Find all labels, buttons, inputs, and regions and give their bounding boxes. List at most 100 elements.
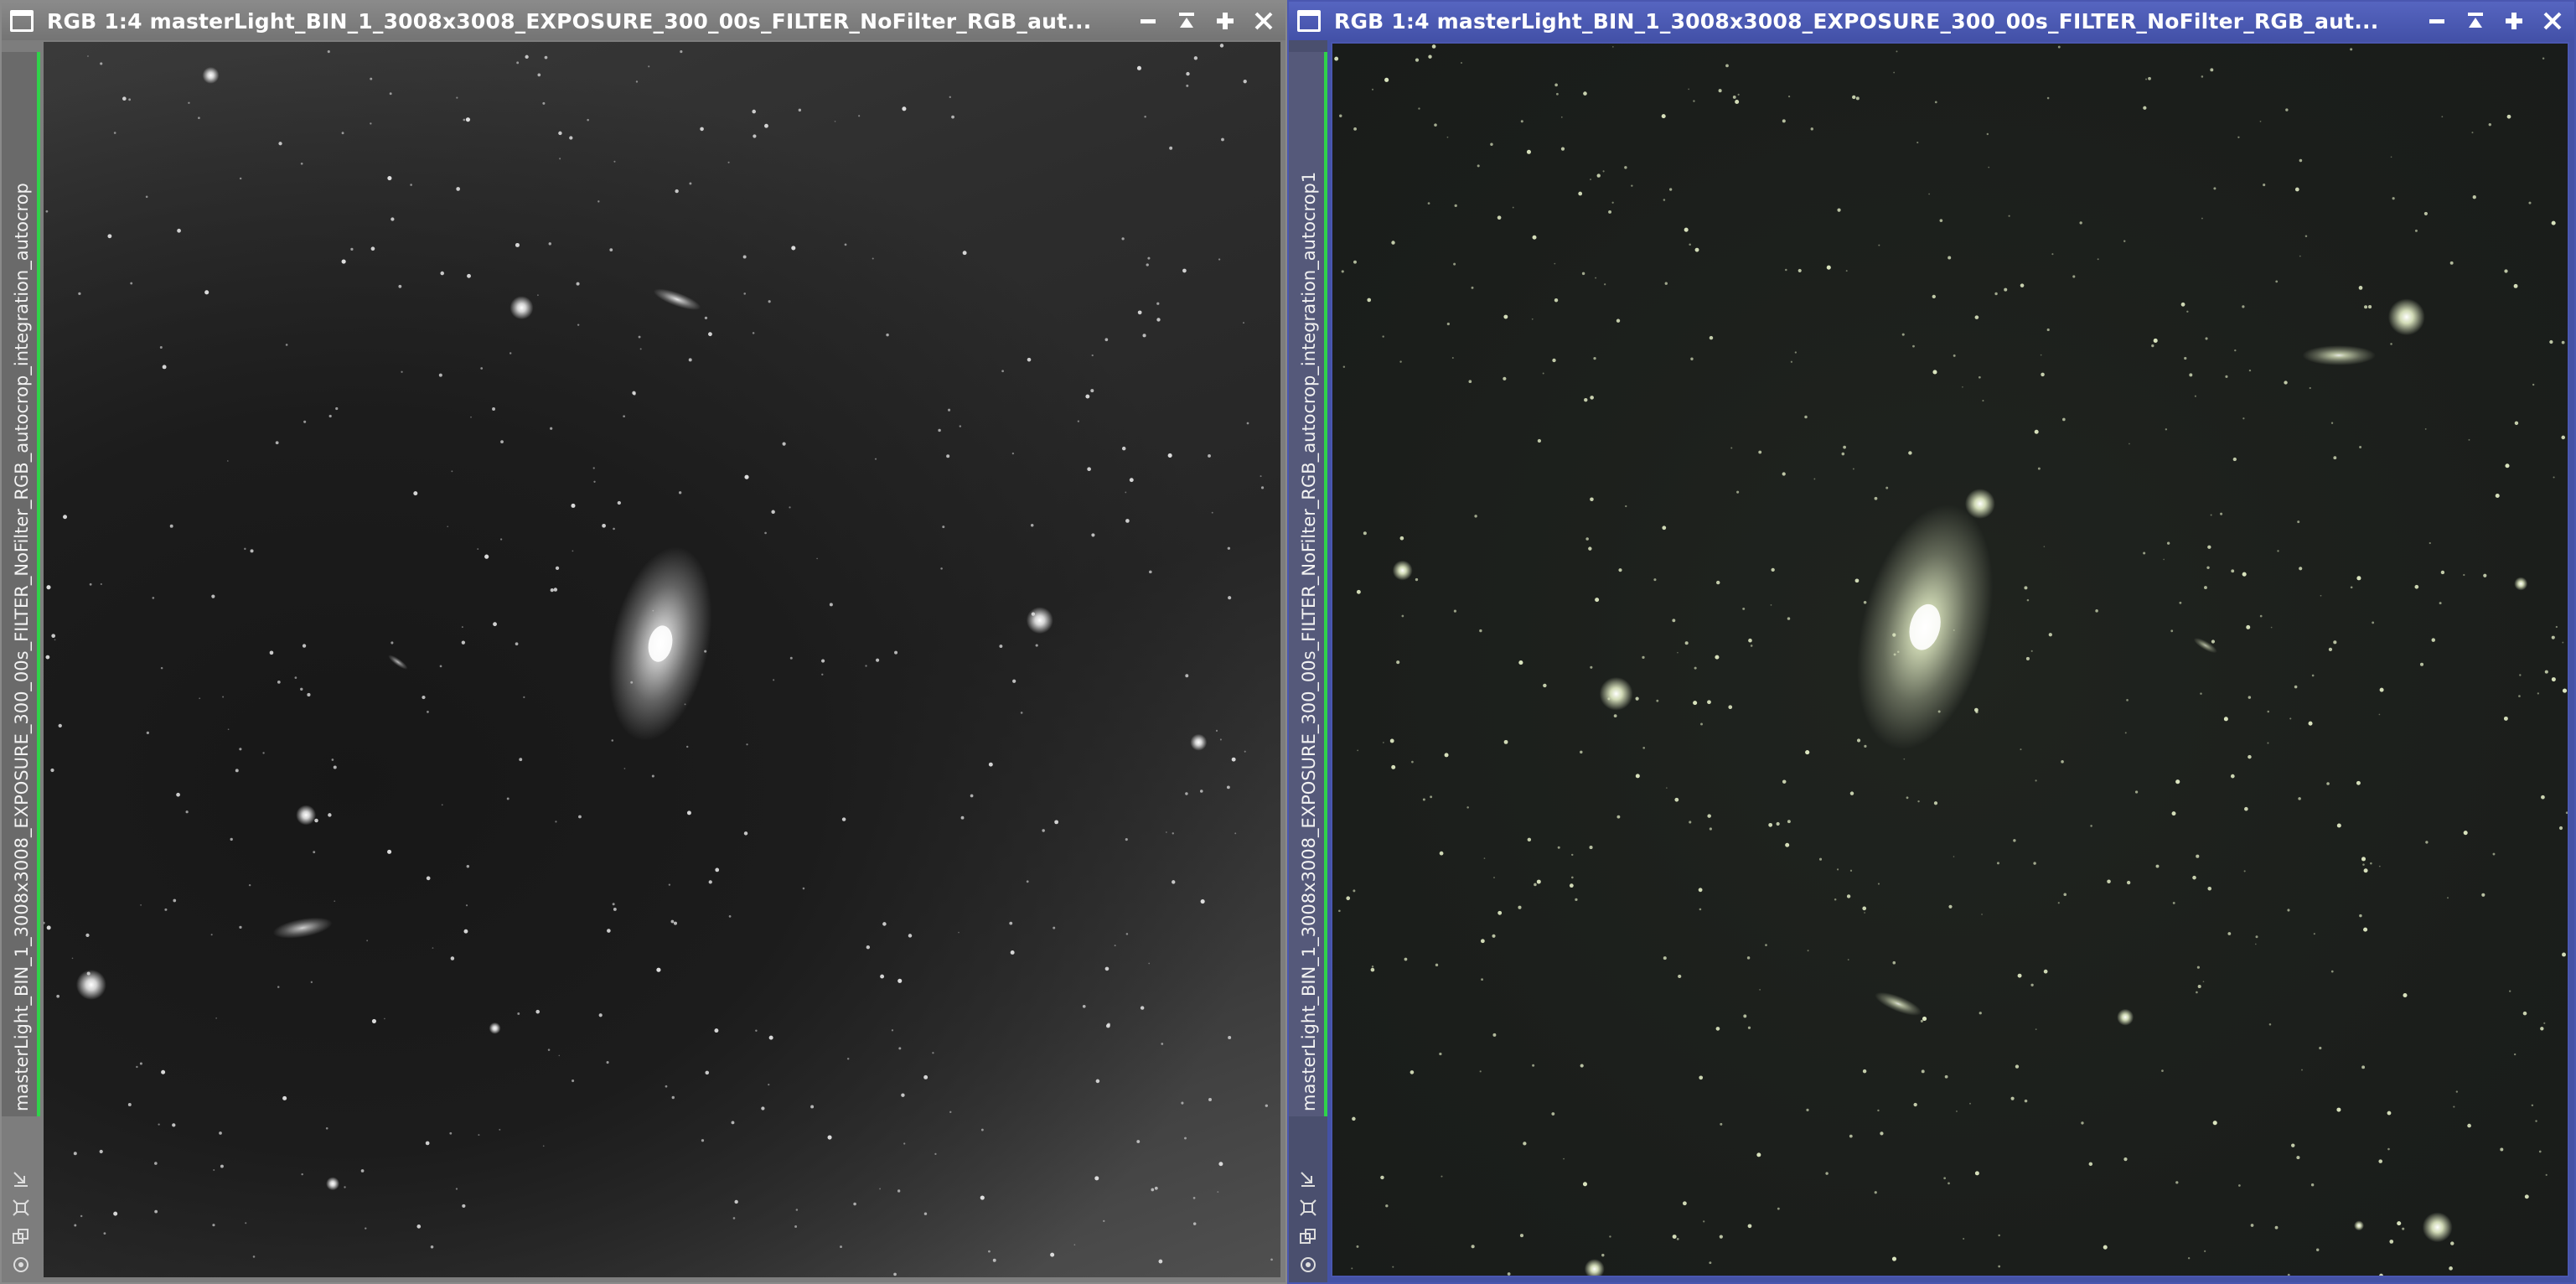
image-viewport[interactable]: [44, 42, 1280, 1277]
target-icon[interactable]: [1299, 1256, 1317, 1274]
star: [506, 797, 510, 800]
star: [2551, 220, 2556, 225]
star: [2255, 935, 2258, 939]
star: [865, 665, 867, 667]
star: [1439, 1052, 1442, 1056]
minimize-icon[interactable]: [2427, 11, 2447, 31]
star: [463, 929, 468, 934]
star: [2234, 349, 2237, 352]
star: [810, 1105, 815, 1109]
window-titlebar[interactable]: RGB 1:4 masterLight_BIN_1_3008x3008_EXPO…: [2, 2, 1285, 40]
star: [1523, 1142, 1527, 1146]
maximize-icon[interactable]: [1215, 11, 1235, 31]
star: [2017, 973, 2022, 978]
star: [1493, 877, 1495, 878]
star: [1677, 651, 1679, 654]
fit-view-icon[interactable]: [1299, 1199, 1317, 1217]
star: [2201, 75, 2204, 78]
star: [1880, 1131, 1884, 1136]
star: [1599, 676, 1633, 711]
star: [2297, 520, 2300, 524]
shade-icon[interactable]: [1177, 11, 1197, 31]
astro-image[interactable]: [1332, 44, 2568, 1276]
star: [1114, 945, 1116, 947]
minimize-icon[interactable]: [1138, 11, 1158, 31]
star: [2143, 106, 2147, 110]
star: [1011, 452, 1015, 455]
star: [2062, 417, 2066, 422]
clone-icon[interactable]: [12, 1227, 30, 1245]
fit-view-icon[interactable]: [12, 1199, 30, 1217]
star: [1012, 679, 1016, 683]
star: [686, 810, 691, 815]
star: [441, 804, 443, 806]
star: [1790, 360, 1792, 363]
star: [795, 1209, 799, 1211]
astro-image[interactable]: [44, 42, 1280, 1277]
image-id-tab[interactable]: masterLight_BIN_1_3008x3008_EXPOSURE_300…: [2, 52, 40, 1116]
star: [1787, 820, 1791, 824]
star: [1694, 666, 1697, 670]
star: [2213, 187, 2216, 190]
star: [1519, 1234, 1524, 1238]
star: [2483, 573, 2487, 577]
star: [1095, 1079, 1100, 1084]
close-icon[interactable]: [2542, 11, 2563, 31]
star: [2359, 914, 2362, 918]
star: [2180, 302, 2185, 307]
image-window-left[interactable]: RGB 1:4 masterLight_BIN_1_3008x3008_EXPO…: [0, 0, 1287, 1284]
star: [341, 259, 346, 264]
star: [1260, 475, 1262, 478]
clone-icon[interactable]: [1299, 1227, 1317, 1245]
star: [752, 332, 755, 334]
star: [493, 622, 497, 627]
star: [2372, 621, 2375, 624]
star: [1156, 318, 1161, 322]
star: [671, 1095, 675, 1100]
star: [908, 934, 913, 938]
star: [1782, 779, 1787, 784]
star: [2513, 283, 2518, 288]
star: [2495, 493, 2500, 498]
star: [2097, 258, 2099, 261]
star: [1148, 962, 1151, 965]
star: [2387, 298, 2425, 336]
star: [1142, 334, 1146, 338]
window-icon[interactable]: [1297, 10, 1321, 32]
star: [1140, 1006, 1145, 1010]
star: [2431, 638, 2435, 642]
image-window-right[interactable]: RGB 1:4 masterLight_BIN_1_3008x3008_EXPO…: [1287, 0, 2576, 1284]
image-viewport[interactable]: [1331, 42, 2569, 1277]
star: [310, 981, 313, 984]
window-icon[interactable]: [10, 10, 34, 32]
window-titlebar[interactable]: RGB 1:4 masterLight_BIN_1_3008x3008_EXPO…: [1289, 2, 2574, 40]
star: [1988, 166, 1990, 168]
star: [1370, 967, 1375, 972]
star: [1219, 738, 1222, 741]
star: [1608, 210, 1612, 214]
star: [1847, 959, 1849, 960]
star: [1244, 750, 1246, 753]
maximize-icon[interactable]: [2504, 11, 2524, 31]
close-icon[interactable]: [1254, 11, 1274, 31]
star: [2543, 1022, 2546, 1024]
image-id-tab[interactable]: masterLight_BIN_1_3008x3008_EXPOSURE_300…: [1289, 52, 1327, 1116]
star: [988, 762, 993, 767]
star: [2231, 569, 2235, 573]
star: [73, 1152, 77, 1156]
star: [1616, 318, 1621, 323]
star: [1944, 1074, 1948, 1079]
star: [816, 557, 818, 560]
target-icon[interactable]: [12, 1256, 30, 1274]
shrink-icon[interactable]: [1299, 1170, 1317, 1188]
star: [1479, 629, 1482, 633]
star: [164, 908, 168, 911]
star: [2551, 635, 2555, 639]
shrink-icon[interactable]: [12, 1170, 30, 1188]
shade-icon[interactable]: [2465, 11, 2485, 31]
star: [613, 527, 615, 531]
star: [2356, 576, 2361, 581]
star: [992, 1258, 996, 1262]
star: [2202, 981, 2205, 983]
star: [2172, 901, 2175, 904]
